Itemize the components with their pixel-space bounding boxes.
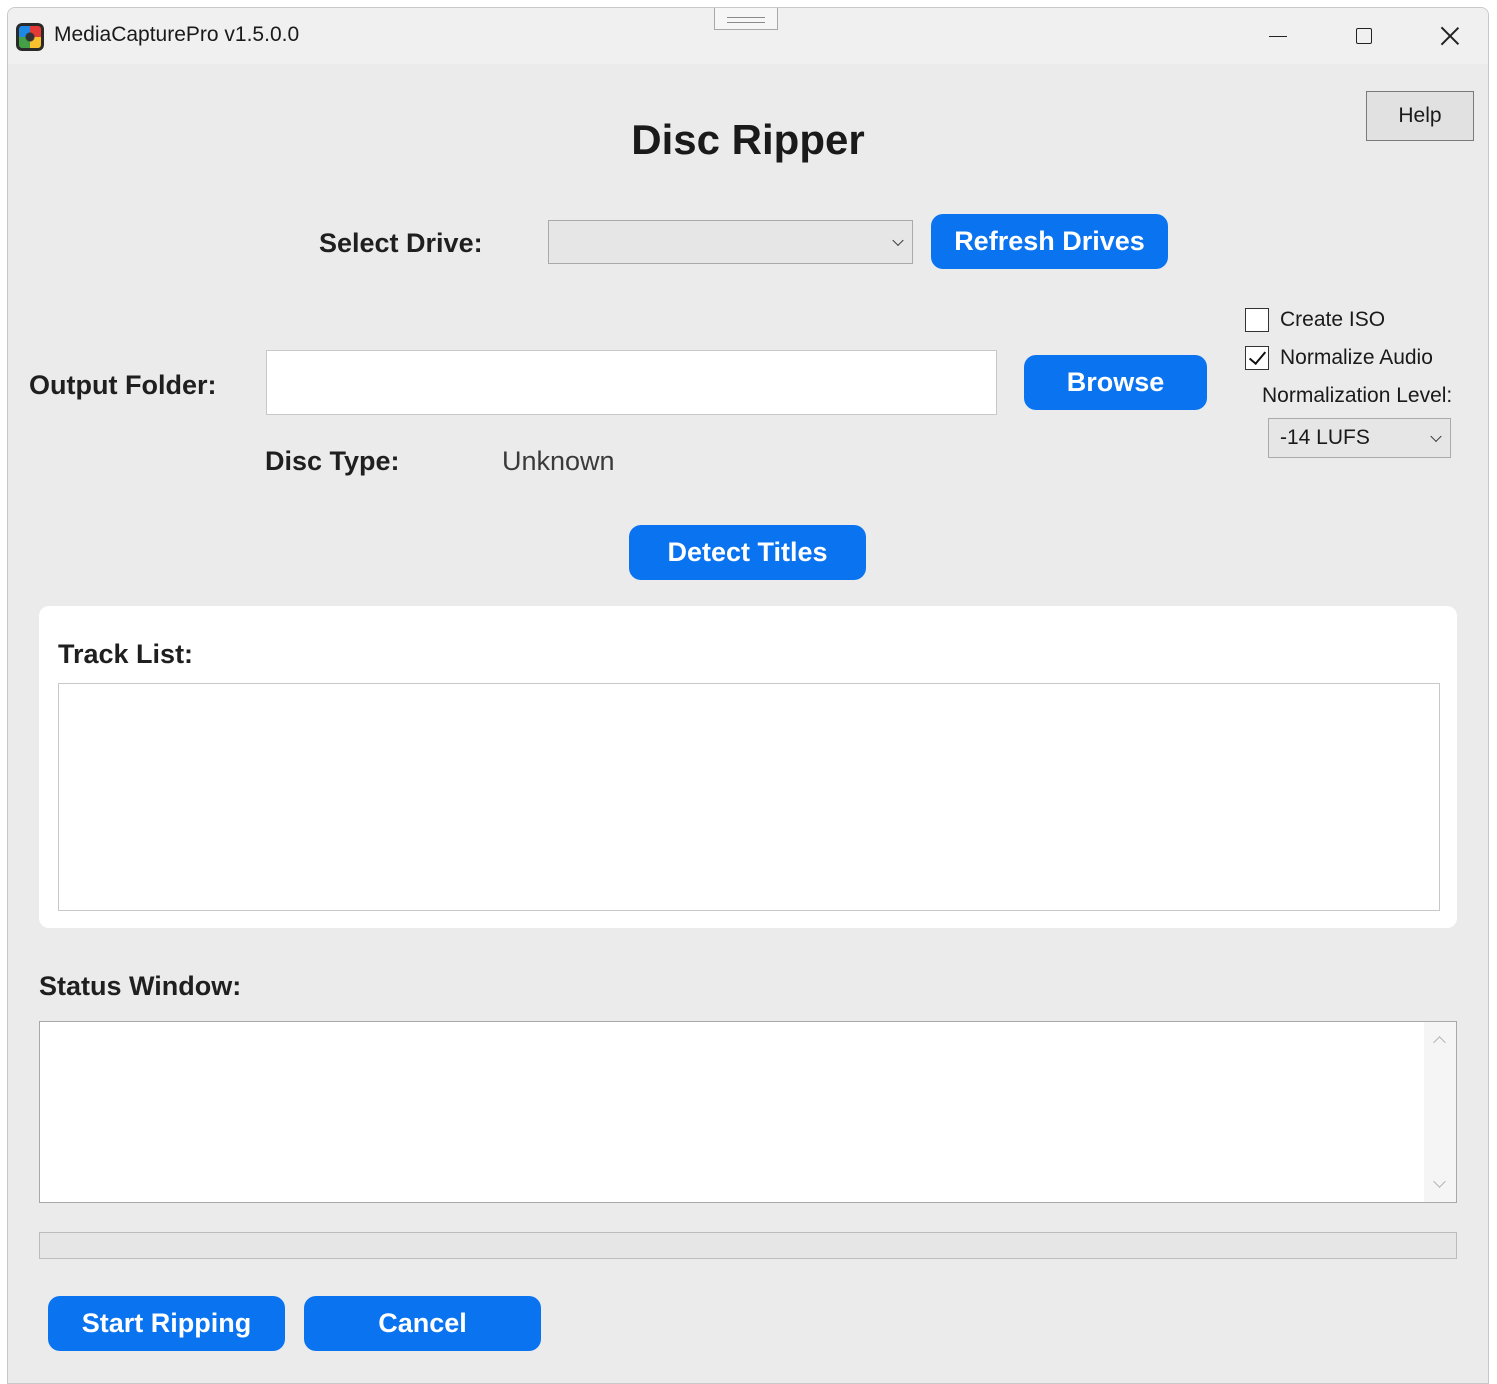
scroll-up-icon[interactable] [1433,1036,1446,1049]
detect-titles-button[interactable]: Detect Titles [629,525,866,580]
status-window[interactable] [39,1021,1457,1203]
disc-type-value: Unknown [502,446,615,476]
normalize-audio-label: Normalize Audio [1280,346,1433,369]
output-folder-input[interactable] [266,350,997,415]
minimize-button[interactable] [1235,8,1321,64]
track-list-label: Track List: [58,639,194,669]
normalize-audio-option[interactable]: Normalize Audio [1245,346,1433,370]
close-icon [1440,26,1460,46]
maximize-icon [1356,28,1372,44]
window-title: MediaCapturePro v1.5.0.0 [54,23,300,46]
maximize-button[interactable] [1321,8,1407,64]
minimize-icon [1269,35,1287,37]
cancel-button[interactable]: Cancel [304,1296,541,1351]
create-iso-label: Create ISO [1280,308,1386,331]
create-iso-option[interactable]: Create ISO [1245,308,1385,332]
normalize-audio-checkbox[interactable] [1245,346,1269,370]
scroll-down-icon[interactable] [1433,1175,1446,1188]
progress-bar [39,1232,1457,1259]
normalization-level-label: Normalization Level: [1262,384,1453,407]
normalization-level-value: -14 LUFS [1280,426,1370,449]
create-iso-checkbox[interactable] [1245,308,1269,332]
chevron-down-icon [1430,430,1442,443]
page-title: Disc Ripper [631,116,865,163]
browse-button[interactable]: Browse [1024,355,1207,410]
disc-type-label: Disc Type: [265,446,400,476]
track-list[interactable] [58,683,1440,911]
chevron-down-icon [892,234,904,247]
title-bar[interactable]: MediaCapturePro v1.5.0.0 [8,8,1488,64]
start-ripping-button[interactable]: Start Ripping [48,1296,285,1351]
normalization-level-select[interactable]: -14 LUFS [1268,418,1451,458]
app-logo-icon [16,23,44,51]
select-drive-label: Select Drive: [319,228,483,258]
drag-handle[interactable] [714,8,778,30]
track-list-panel: Track List: [39,606,1457,928]
output-folder-label: Output Folder: [29,370,217,400]
status-window-label: Status Window: [39,971,242,1001]
app-window: MediaCapturePro v1.5.0.0 Help Disc Rippe… [7,7,1489,1384]
refresh-drives-button[interactable]: Refresh Drives [931,214,1168,269]
close-button[interactable] [1407,8,1488,64]
drive-select[interactable] [548,220,913,264]
status-scrollbar[interactable] [1424,1022,1456,1202]
